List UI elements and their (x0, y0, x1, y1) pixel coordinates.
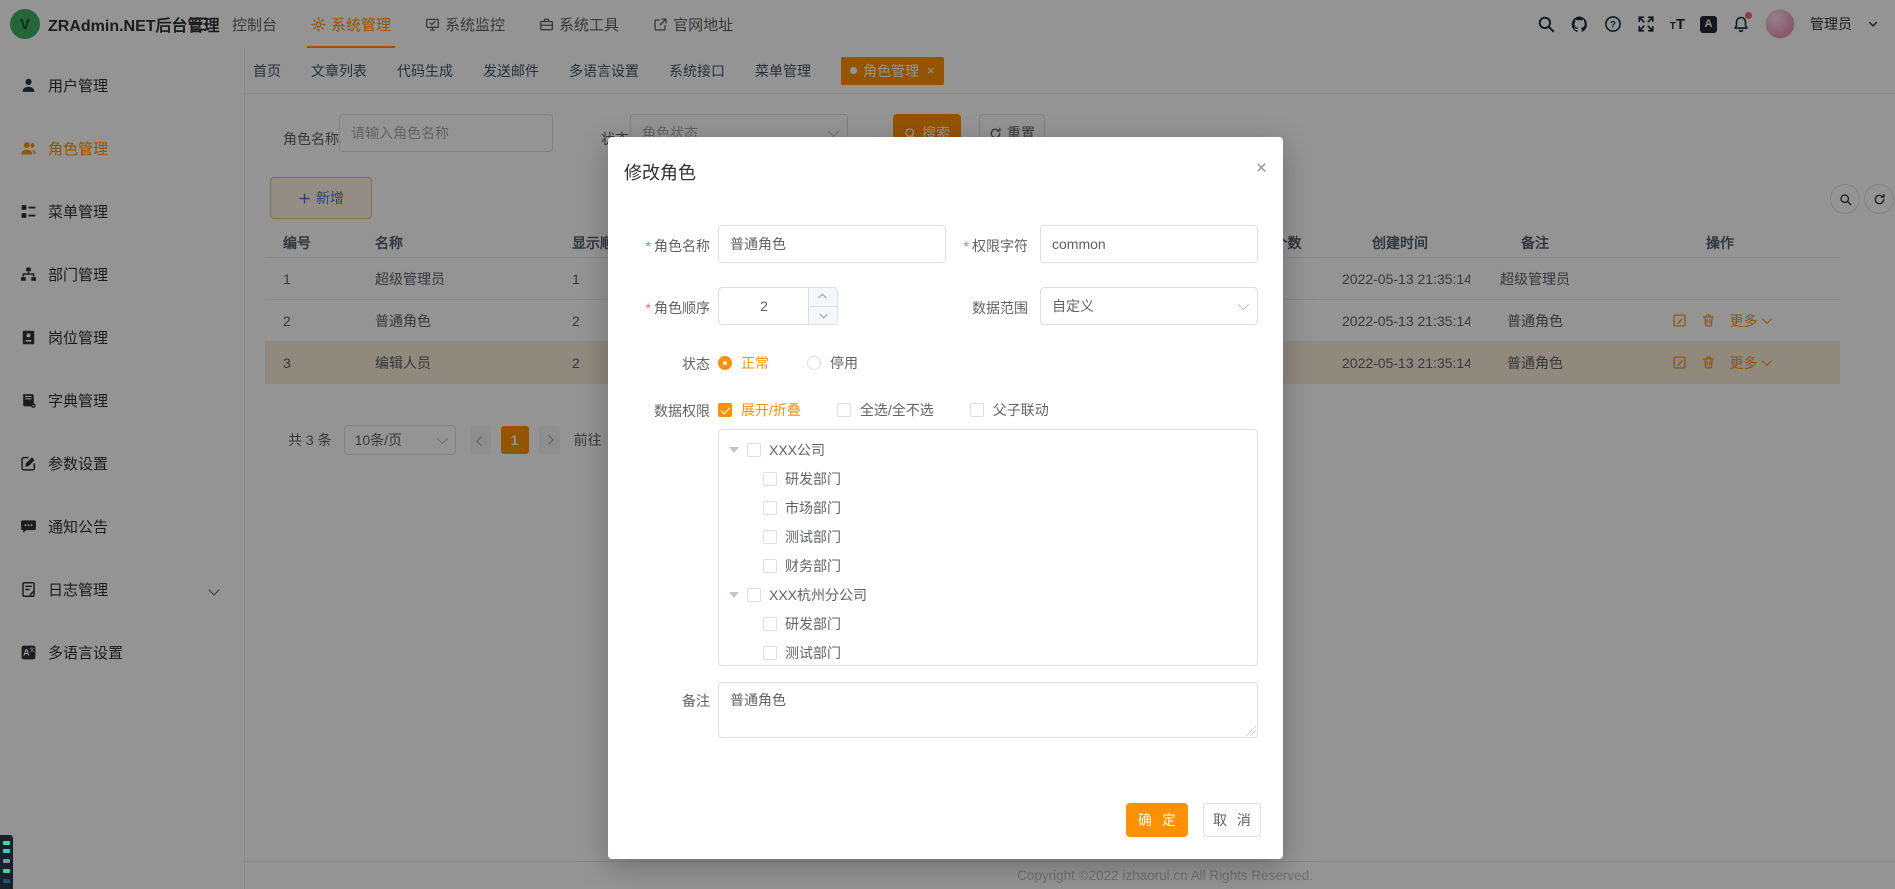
tree-node-label: 财务部门 (785, 556, 841, 576)
tree-node[interactable]: XXX杭州分公司 (719, 580, 1257, 609)
tree-node[interactable]: 市场部门 (719, 493, 1257, 522)
parent-child-link-label[interactable]: 父子联动 (993, 400, 1049, 420)
dialog-title: 修改角色 (624, 159, 696, 185)
role-key-input[interactable] (1040, 225, 1258, 263)
remark-label: 备注 (618, 691, 710, 711)
chevron-down-icon (819, 310, 827, 318)
app-screen: V ZRAdmin.NET后台管理 控制台 系统管理 系统监控 (0, 0, 1895, 889)
chevron-down-icon (1238, 299, 1249, 310)
caret-down-icon[interactable] (729, 447, 739, 453)
tree-node-label: XXX杭州分公司 (769, 585, 867, 605)
data-scope-select[interactable]: 自定义 (1040, 287, 1258, 325)
tree-node-label: 市场部门 (785, 498, 841, 518)
widget-pixel (3, 879, 10, 883)
role-name-input[interactable] (718, 225, 946, 263)
role-sort-stepper (718, 287, 838, 325)
tree-checkbox[interactable] (763, 559, 777, 573)
data-permission-options: 展开/折叠 全选/全不选 父子联动 (718, 400, 1049, 420)
radio-disabled-label[interactable]: 停用 (830, 353, 858, 373)
tree-checkbox[interactable] (763, 530, 777, 544)
select-all-checkbox[interactable] (837, 403, 851, 417)
required-asterisk: * (646, 238, 651, 254)
stepper-controls (808, 288, 837, 324)
tree-node[interactable]: 测试部门 (719, 522, 1257, 551)
tree-node[interactable]: 研发部门 (719, 609, 1257, 638)
data-scope-label: 数据范围 (936, 298, 1028, 318)
radio-normal[interactable] (718, 356, 732, 370)
radio-disabled[interactable] (807, 356, 821, 370)
tree-node-label: 测试部门 (785, 527, 841, 547)
tree-checkbox[interactable] (763, 501, 777, 515)
corner-widget (0, 835, 13, 889)
edit-role-dialog: 修改角色 × *角色名称 *权限字符 *角色顺序 数据范围 自定义 状态 正常 … (608, 137, 1283, 859)
role-sort-label: *角色顺序 (618, 298, 710, 318)
required-asterisk: * (646, 300, 651, 316)
tree-node-label: 研发部门 (785, 469, 841, 489)
widget-pixel (3, 869, 10, 873)
permission-tree: XXX公司 研发部门 市场部门 测试部门 财务部门 XXX杭州分公司 (718, 429, 1258, 666)
expand-collapse-label[interactable]: 展开/折叠 (741, 400, 801, 420)
tree-checkbox[interactable] (747, 588, 761, 602)
tree-node[interactable]: 测试部门 (719, 638, 1257, 666)
tree-node[interactable]: 财务部门 (719, 551, 1257, 580)
tree-node[interactable]: XXX公司 (719, 435, 1257, 464)
caret-down-icon[interactable] (729, 592, 739, 598)
confirm-button[interactable]: 确 定 (1126, 803, 1188, 837)
tree-checkbox[interactable] (763, 617, 777, 631)
remark-textarea[interactable]: 普通角色 (718, 682, 1258, 738)
tree-checkbox[interactable] (747, 443, 761, 457)
cancel-button[interactable]: 取 消 (1203, 803, 1261, 837)
expand-collapse-checkbox[interactable] (718, 403, 732, 417)
select-all-label[interactable]: 全选/全不选 (860, 400, 934, 420)
role-key-label: *权限字符 (936, 236, 1028, 256)
parent-child-link-checkbox[interactable] (970, 403, 984, 417)
status-radio-group: 正常 停用 (718, 353, 858, 373)
tree-checkbox[interactable] (763, 646, 777, 660)
tree-node-label: 研发部门 (785, 614, 841, 634)
widget-pixel (3, 841, 10, 845)
tree-node-label: XXX公司 (769, 440, 825, 460)
widget-pixel (3, 849, 10, 853)
required-asterisk: * (964, 238, 969, 254)
tree-checkbox[interactable] (763, 472, 777, 486)
close-icon[interactable]: × (1256, 159, 1267, 178)
radio-normal-label[interactable]: 正常 (741, 353, 769, 373)
decrease-button[interactable] (809, 307, 837, 325)
role-name-label: *角色名称 (618, 236, 710, 256)
chevron-up-icon (818, 293, 826, 301)
increase-button[interactable] (809, 288, 837, 307)
tree-node[interactable]: 研发部门 (719, 464, 1257, 493)
role-sort-input[interactable] (719, 288, 809, 324)
widget-pixel (3, 859, 10, 863)
status-label: 状态 (618, 354, 710, 374)
tree-node-label: 测试部门 (785, 643, 841, 663)
data-permission-label: 数据权限 (618, 401, 710, 421)
data-scope-value: 自定义 (1052, 296, 1094, 316)
